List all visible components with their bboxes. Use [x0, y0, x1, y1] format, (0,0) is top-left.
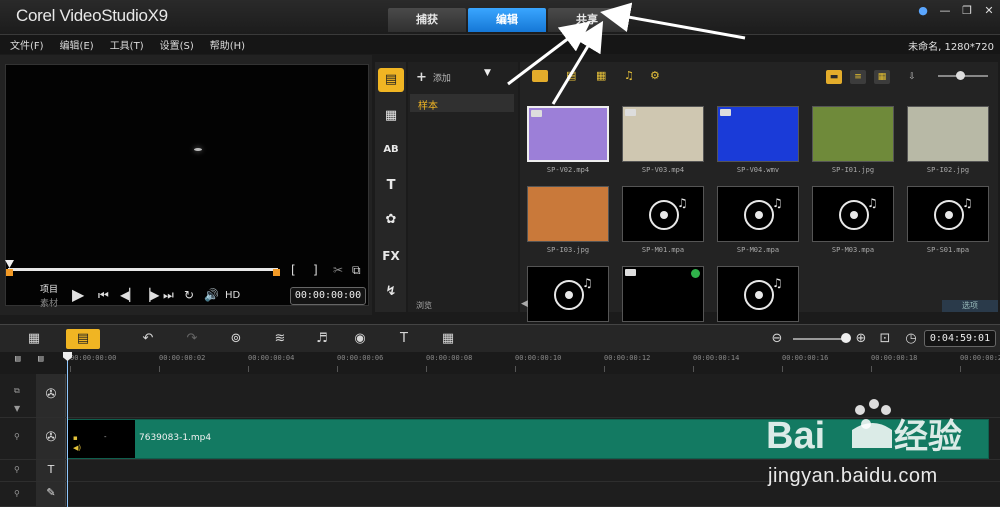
svg-text:经验: 经验: [894, 417, 962, 457]
arrow-middle: [551, 20, 604, 105]
svg-text:Bai: Bai: [766, 415, 825, 457]
arrow-left: [507, 21, 591, 86]
watermark-url: jingyan.baidu.com: [768, 465, 938, 487]
arrow-right: [600, 2, 746, 40]
